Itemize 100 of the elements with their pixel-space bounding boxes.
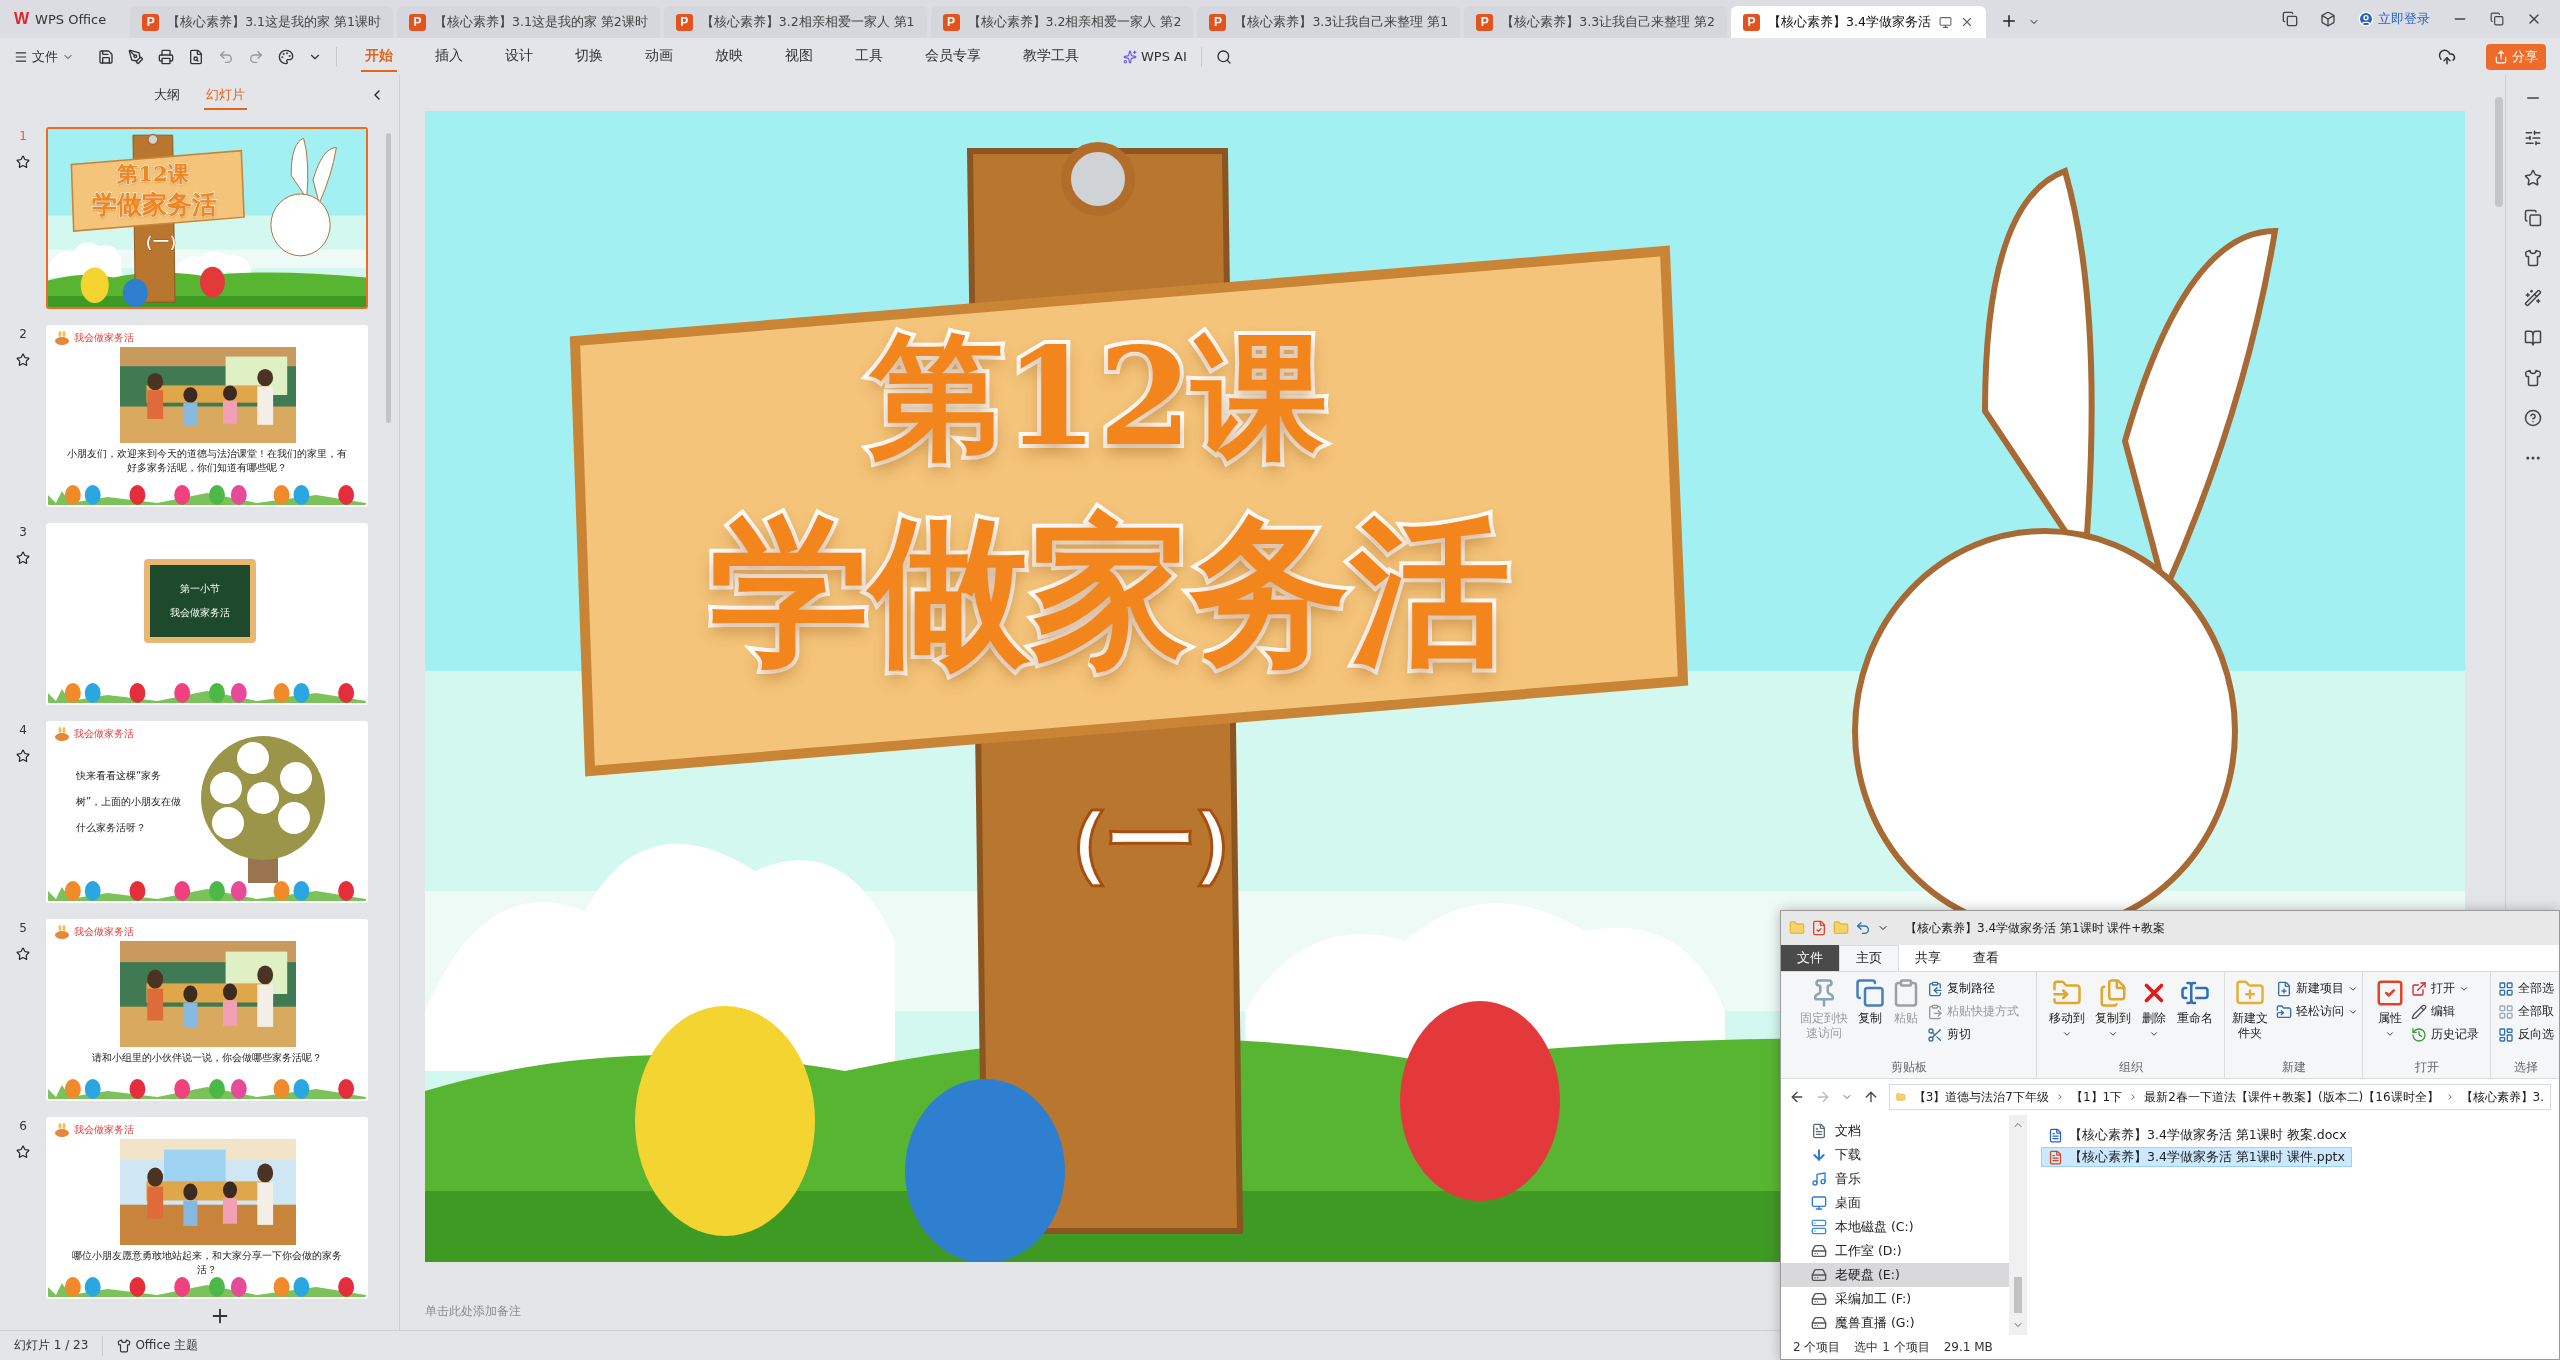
ribbon-button[interactable]: 复制到 bbox=[2092, 978, 2133, 1059]
ribbon-button[interactable]: 复制路径 bbox=[1926, 980, 2019, 997]
grid-icon bbox=[2497, 1003, 2514, 1020]
nav-item[interactable]: 工作室 (D:) bbox=[1781, 1239, 2009, 1263]
ribbon-button[interactable]: 剪切 bbox=[1926, 1026, 2019, 1043]
ribbon-button[interactable]: 全部取 bbox=[2497, 1003, 2554, 1020]
file-item[interactable]: 【核心素养】3.4学做家务活 第1课时 课件.pptx bbox=[2041, 1147, 2352, 1167]
document-tab[interactable]: P 【核心素养】3.4学做家务活 bbox=[1731, 6, 1986, 38]
ribbon-tab[interactable]: 切换 bbox=[571, 41, 607, 72]
ribbon-tab[interactable]: 插入 bbox=[431, 41, 467, 72]
ribbon-tab[interactable]: 教学工具 bbox=[1019, 41, 1083, 72]
ribbon-tab[interactable]: 工具 bbox=[851, 41, 887, 72]
settings-icon[interactable] bbox=[2524, 129, 2542, 147]
document-tab[interactable]: P 【核心素养】3.2相亲相爱一家人 第2 bbox=[930, 6, 1194, 38]
breadcrumb[interactable]: 最新2春一下道法【课件+教案】(版本二)【16课时全】 bbox=[2144, 1088, 2439, 1106]
document-tab[interactable]: P 【核心素养】3.3让我自己来整理 第1 bbox=[1197, 6, 1461, 38]
nav-item[interactable]: 桌面 bbox=[1781, 1191, 2009, 1215]
ribbon-tab[interactable]: 放映 bbox=[711, 41, 747, 72]
star-icon[interactable] bbox=[16, 749, 30, 763]
drive-icon bbox=[1811, 1243, 1827, 1259]
document-tab[interactable]: P 【核心素养】3.3让我自己来整理 第2 bbox=[1464, 6, 1727, 38]
scrollbar[interactable] bbox=[2495, 97, 2503, 207]
save-icon[interactable] bbox=[98, 48, 114, 65]
ribbon-button[interactable]: 新建文件夹 bbox=[2229, 978, 2270, 1059]
ribbon-button[interactable]: 属性 bbox=[2374, 978, 2405, 1059]
nav-item[interactable]: 老硬盘 (E:) bbox=[1781, 1263, 2009, 1287]
ribbon-button[interactable]: 历史记录 bbox=[2410, 1026, 2479, 1043]
star-icon[interactable] bbox=[16, 353, 30, 367]
document-tab[interactable]: P 【核心素养】3.1这是我的家 第2课时 bbox=[396, 6, 660, 38]
slide-thumbnail[interactable]: 我会做家务活 请和小组里的小伙伴说一说，你会做哪些家务活呢？ bbox=[46, 919, 368, 1101]
cube-icon[interactable] bbox=[2320, 11, 2336, 27]
ribbon-tab[interactable]: 视图 bbox=[781, 41, 817, 72]
wand-icon[interactable] bbox=[2524, 289, 2542, 307]
grid-icon bbox=[2497, 980, 2514, 997]
properties-icon[interactable] bbox=[1811, 920, 1827, 936]
ribbon-tab[interactable]: 主页 bbox=[1839, 945, 1899, 971]
star-icon[interactable] bbox=[16, 1145, 30, 1159]
slide-thumbnail[interactable]: 我会做家务活 小朋友们，欢迎来到今天的道德与法治课堂！在我们的家里，有好多家务活呢，你们知道有哪些呢？ bbox=[46, 325, 368, 507]
scrollbar[interactable] bbox=[2009, 1115, 2026, 1335]
ribbon-button[interactable]: 反向选 bbox=[2497, 1026, 2554, 1043]
shirt-icon[interactable] bbox=[2524, 249, 2542, 267]
ribbon-button[interactable]: 删除 bbox=[2138, 978, 2169, 1059]
help-icon[interactable] bbox=[2524, 409, 2542, 427]
back-icon[interactable] bbox=[1789, 1089, 1805, 1105]
restore-icon[interactable] bbox=[2490, 12, 2504, 26]
panel-tab[interactable]: 大纲 bbox=[152, 82, 182, 110]
login-link[interactable]: 立即登录 bbox=[2358, 10, 2430, 28]
star-icon[interactable] bbox=[2524, 169, 2542, 187]
ribbon-tab[interactable]: 文件 bbox=[1781, 945, 1839, 971]
ribbon-tab[interactable]: 查看 bbox=[1957, 945, 2015, 971]
breadcrumb[interactable]: 【1】1下 bbox=[2070, 1088, 2123, 1106]
nav-item[interactable]: 魔兽直播 (G:) bbox=[1781, 1311, 2009, 1335]
slide-number: 1 bbox=[19, 129, 27, 143]
address-bar[interactable]: 【3】道德与法治7下年级 【1】1下 最新2春一下道法【课件+教案】(版本二)【16课时全】 【核心素养】3. bbox=[1889, 1084, 2551, 1110]
theme-button[interactable]: Office 主题 bbox=[117, 1337, 199, 1354]
slide-thumbnail[interactable]: 第一小节 我会做家务活 bbox=[46, 523, 368, 705]
ribbon-tab[interactable]: 会员专享 bbox=[921, 41, 985, 72]
nav-item[interactable]: 下载 bbox=[1781, 1143, 2009, 1167]
slide-thumbnail[interactable]: 我会做家务活 快来看看这棵“家务树”，上面的小朋友在做什么家务活呀？ bbox=[46, 721, 368, 903]
star-icon[interactable] bbox=[16, 551, 30, 565]
print-icon[interactable] bbox=[158, 48, 174, 65]
nav-item[interactable]: 采编加工 (F:) bbox=[1781, 1287, 2009, 1311]
ribbon-tab[interactable]: 设计 bbox=[501, 41, 537, 72]
star-icon[interactable] bbox=[16, 155, 30, 169]
star-icon[interactable] bbox=[16, 947, 30, 961]
nav-item[interactable]: 文档 bbox=[1781, 1119, 2009, 1143]
ribbon-button[interactable]: 复制 bbox=[1854, 978, 1885, 1059]
document-tab[interactable]: P 【核心素养】3.2相亲相爱一家人 第1 bbox=[663, 6, 927, 38]
ribbon-button[interactable]: 重命名 bbox=[2174, 978, 2215, 1059]
preview-icon[interactable] bbox=[188, 48, 204, 65]
nav-item[interactable]: 音乐 bbox=[1781, 1167, 2009, 1191]
ribbon-tab[interactable]: 动画 bbox=[641, 41, 677, 72]
nav-item[interactable]: 本地磁盘 (C:) bbox=[1781, 1215, 2009, 1239]
file-menu[interactable]: 文件 bbox=[14, 47, 74, 66]
ribbon-tab[interactable]: 共享 bbox=[1899, 945, 1957, 971]
document-tab[interactable]: P 【核心素养】3.1这是我的家 第1课时 bbox=[130, 6, 393, 38]
ai-button[interactable]: WPS AI bbox=[1123, 49, 1187, 64]
shirt-icon[interactable] bbox=[2524, 369, 2542, 387]
breadcrumb[interactable]: 【核心素养】3. bbox=[2460, 1088, 2544, 1106]
pen-icon[interactable] bbox=[128, 48, 144, 65]
scrollbar[interactable] bbox=[386, 133, 391, 423]
search-icon[interactable] bbox=[1215, 48, 1232, 65]
ribbon-button[interactable]: 轻松访问 bbox=[2276, 1003, 2358, 1020]
ribbon-button[interactable]: 移动到 bbox=[2046, 978, 2087, 1059]
file-item[interactable]: 【核心素养】3.4学做家务活 第1课时 教案.docx bbox=[2041, 1125, 2354, 1145]
slide-thumbnail[interactable]: 第12课 学做家务活 （一） bbox=[46, 127, 368, 309]
undo-icon[interactable] bbox=[1855, 920, 1871, 936]
up-icon[interactable] bbox=[1863, 1089, 1879, 1105]
cloud-upload-icon[interactable] bbox=[2438, 47, 2456, 66]
slide-thumbnail[interactable]: 我会做家务活 哪位小朋友愿意勇敢地站起来，和大家分享一下你会做的家务活？ bbox=[46, 1117, 368, 1299]
copy-icon[interactable] bbox=[2524, 209, 2542, 227]
windows-icon[interactable] bbox=[2282, 11, 2298, 27]
ribbon-button[interactable]: 全部选 bbox=[2497, 980, 2554, 997]
scroll-thumb[interactable] bbox=[2013, 1277, 2022, 1313]
ribbon-button[interactable]: 新建项目 bbox=[2276, 980, 2358, 997]
book-icon[interactable] bbox=[2524, 329, 2542, 347]
ribbon-button[interactable]: 打开 bbox=[2410, 980, 2479, 997]
ribbon-button[interactable]: 编辑 bbox=[2410, 1003, 2479, 1020]
format-painter-icon[interactable] bbox=[278, 48, 294, 65]
breadcrumb[interactable]: 【3】道德与法治7下年级 bbox=[1913, 1088, 2049, 1106]
